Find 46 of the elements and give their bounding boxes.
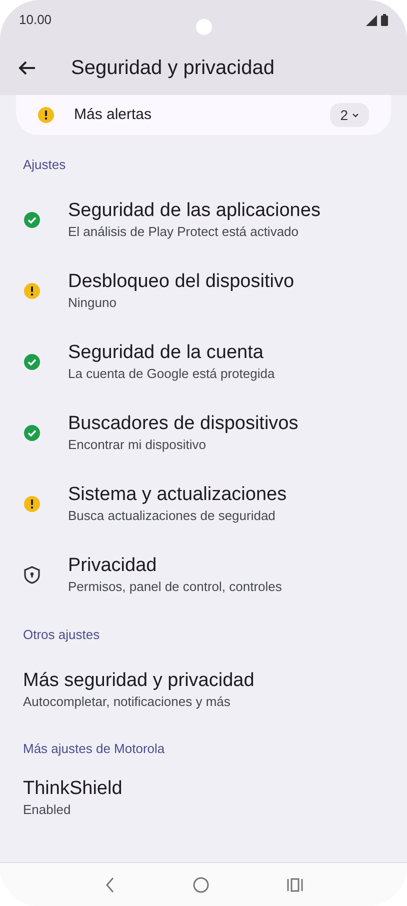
battery-icon [381,14,388,26]
item-subtitle: La cuenta de Google está protegida [68,365,275,383]
screen-title: Seguridad y privacidad [71,56,274,80]
home-nav-icon[interactable] [192,876,208,892]
item-title: Seguridad de las aplicaciones [68,199,320,223]
status-time: 10.00 [19,11,52,30]
check-icon [24,212,40,228]
item-title: Privacidad [68,554,158,578]
check-icon [24,354,40,370]
item-subtitle: El análisis de Play Protect está activado [68,223,300,241]
recents-nav-icon[interactable] [286,878,302,892]
section-header: Más ajustes de Motorola [22,740,166,758]
item-title: Buscadores de dispositivos [68,412,298,436]
warning-icon [38,107,54,123]
warning-icon [24,496,40,512]
alerts-card[interactable]: Más alertas 2 [16,95,391,135]
camera-cutout [196,19,212,35]
settings-item[interactable]: Privacidad Permisos, panel de control, controles [0,540,407,610]
settings-item[interactable]: Sistema y actualizaciones Busca actualizaciones de seguridad [0,468,407,540]
item-subtitle: Ninguno [68,294,118,312]
shield-icon [24,566,40,584]
item-subtitle: Encontrar mi dispositivo [68,436,207,454]
settings-item[interactable]: Buscadores de dispositivos Encontrar mi dispositivo [0,398,407,468]
section-header: Ajustes [22,156,67,174]
item-title: Seguridad de la cuenta [68,341,264,365]
item-subtitle: Enabled [23,800,72,818]
item-title: Sistema y actualizaciones [68,483,287,507]
settings-item[interactable]: Seguridad de las aplicaciones El análisis de Play Protect está activado [0,184,407,256]
check-icon [24,425,40,441]
item-subtitle: Busca actualizaciones de seguridad [68,507,276,525]
item-subtitle: Autocompletar, notificaciones y más [23,692,232,710]
item-title: ThinkShield [23,776,122,800]
settings-item[interactable]: Seguridad de la cuenta La cuenta de Google está protegida [0,326,407,398]
item-title: Más seguridad y privacidad [23,668,254,692]
warning-icon [24,283,40,299]
section-header: Otros ajustes [22,626,101,644]
settings-item[interactable]: Desbloqueo del dispositivo Ninguno [0,256,407,326]
back-nav-icon[interactable] [104,876,114,892]
alerts-count[interactable]: 2 [330,103,369,127]
alerts-label: Más alertas [74,104,153,125]
item-subtitle: Permisos, panel de control, controles [68,578,282,596]
settings-item[interactable]: Más seguridad y privacidad Autocompletar, notificaciones y más [0,654,407,725]
settings-item[interactable]: ThinkShield Enabled [0,768,407,826]
chevron-icon [352,112,359,118]
signal-icon [366,14,377,26]
item-title: Desbloqueo del dispositivo [68,270,294,294]
